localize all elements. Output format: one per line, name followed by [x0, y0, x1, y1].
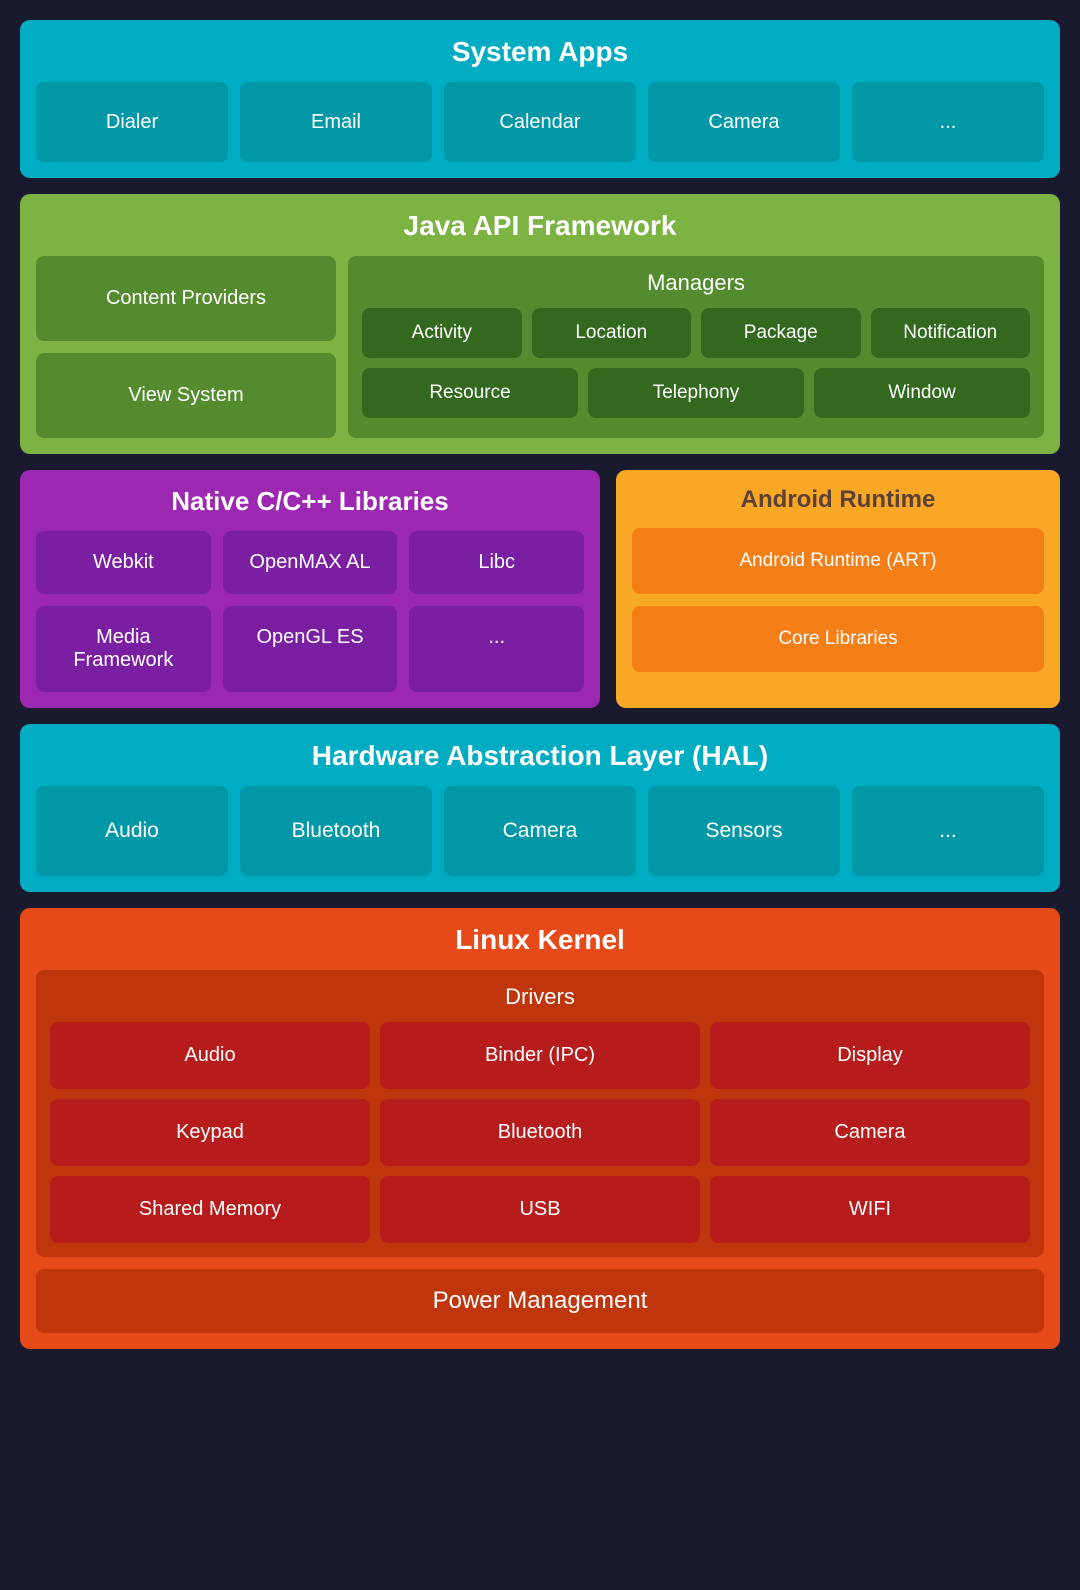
hal-camera: Camera: [444, 786, 636, 876]
manager-activity: Activity: [362, 308, 522, 358]
runtime-art: Android Runtime (ART): [632, 528, 1044, 594]
native-row-1: Webkit OpenMAX AL Libc: [36, 531, 584, 594]
native-libc: Libc: [409, 531, 584, 594]
native-more: ...: [409, 606, 584, 692]
manager-resource: Resource: [362, 368, 578, 418]
app-camera: Camera: [648, 82, 840, 162]
app-more: ...: [852, 82, 1044, 162]
system-apps-title: System Apps: [36, 36, 1044, 68]
manager-location: Location: [532, 308, 692, 358]
runtime-cards: Android Runtime (ART) Core Libraries: [632, 528, 1044, 672]
drivers-grid: Audio Binder (IPC) Display Keypad Blueto…: [50, 1022, 1030, 1243]
native-layer: Native C/C++ Libraries Webkit OpenMAX AL…: [20, 470, 600, 708]
system-apps-row: Dialer Email Calendar Camera ...: [36, 82, 1044, 162]
driver-usb: USB: [380, 1176, 700, 1243]
driver-bluetooth: Bluetooth: [380, 1099, 700, 1166]
hal-sensors: Sensors: [648, 786, 840, 876]
power-management-bar: Power Management: [36, 1269, 1044, 1333]
manager-notification: Notification: [871, 308, 1031, 358]
drivers-box: Drivers Audio Binder (IPC) Display Keypa…: [36, 970, 1044, 1257]
view-system-card: View System: [36, 353, 336, 438]
content-providers-card: Content Providers: [36, 256, 336, 341]
app-calendar: Calendar: [444, 82, 636, 162]
managers-row-2: Resource Telephony Window: [362, 368, 1030, 418]
manager-telephony: Telephony: [588, 368, 804, 418]
hal-audio: Audio: [36, 786, 228, 876]
native-opengl: OpenGL ES: [223, 606, 398, 692]
runtime-core-libraries: Core Libraries: [632, 606, 1044, 672]
driver-wifi: WIFI: [710, 1176, 1030, 1243]
managers-grid: Activity Location Package Notification R…: [362, 308, 1030, 418]
native-webkit: Webkit: [36, 531, 211, 594]
app-dialer: Dialer: [36, 82, 228, 162]
drivers-row-3: Shared Memory USB WIFI: [50, 1176, 1030, 1243]
android-runtime-layer: Android Runtime Android Runtime (ART) Co…: [616, 470, 1060, 708]
java-api-layer: Java API Framework Content Providers Vie…: [20, 194, 1060, 454]
hal-bluetooth: Bluetooth: [240, 786, 432, 876]
driver-display: Display: [710, 1022, 1030, 1089]
system-apps-layer: System Apps Dialer Email Calendar Camera…: [20, 20, 1060, 178]
native-row-2: Media Framework OpenGL ES ...: [36, 606, 584, 692]
manager-window: Window: [814, 368, 1030, 418]
native-openmax: OpenMAX AL: [223, 531, 398, 594]
drivers-title: Drivers: [50, 984, 1030, 1010]
java-api-content: Content Providers View System Managers A…: [36, 256, 1044, 438]
native-media-framework: Media Framework: [36, 606, 211, 692]
native-grid: Webkit OpenMAX AL Libc Media Framework O…: [36, 531, 584, 692]
hal-title: Hardware Abstraction Layer (HAL): [36, 740, 1044, 772]
manager-package: Package: [701, 308, 861, 358]
java-api-left: Content Providers View System: [36, 256, 336, 438]
driver-shared-memory: Shared Memory: [50, 1176, 370, 1243]
hal-layer: Hardware Abstraction Layer (HAL) Audio B…: [20, 724, 1060, 892]
linux-kernel-layer: Linux Kernel Drivers Audio Binder (IPC) …: [20, 908, 1060, 1349]
driver-camera: Camera: [710, 1099, 1030, 1166]
managers-row-1: Activity Location Package Notification: [362, 308, 1030, 358]
managers-box: Managers Activity Location Package Notif…: [348, 256, 1044, 438]
hal-more: ...: [852, 786, 1044, 876]
java-api-title: Java API Framework: [36, 210, 1044, 242]
native-runtime-row: Native C/C++ Libraries Webkit OpenMAX AL…: [20, 470, 1060, 708]
driver-keypad: Keypad: [50, 1099, 370, 1166]
linux-kernel-title: Linux Kernel: [36, 924, 1044, 956]
drivers-row-2: Keypad Bluetooth Camera: [50, 1099, 1030, 1166]
driver-audio: Audio: [50, 1022, 370, 1089]
hal-row: Audio Bluetooth Camera Sensors ...: [36, 786, 1044, 876]
managers-title: Managers: [362, 270, 1030, 296]
drivers-row-1: Audio Binder (IPC) Display: [50, 1022, 1030, 1089]
driver-binder: Binder (IPC): [380, 1022, 700, 1089]
native-title: Native C/C++ Libraries: [36, 486, 584, 517]
android-runtime-title: Android Runtime: [632, 486, 1044, 514]
app-email: Email: [240, 82, 432, 162]
